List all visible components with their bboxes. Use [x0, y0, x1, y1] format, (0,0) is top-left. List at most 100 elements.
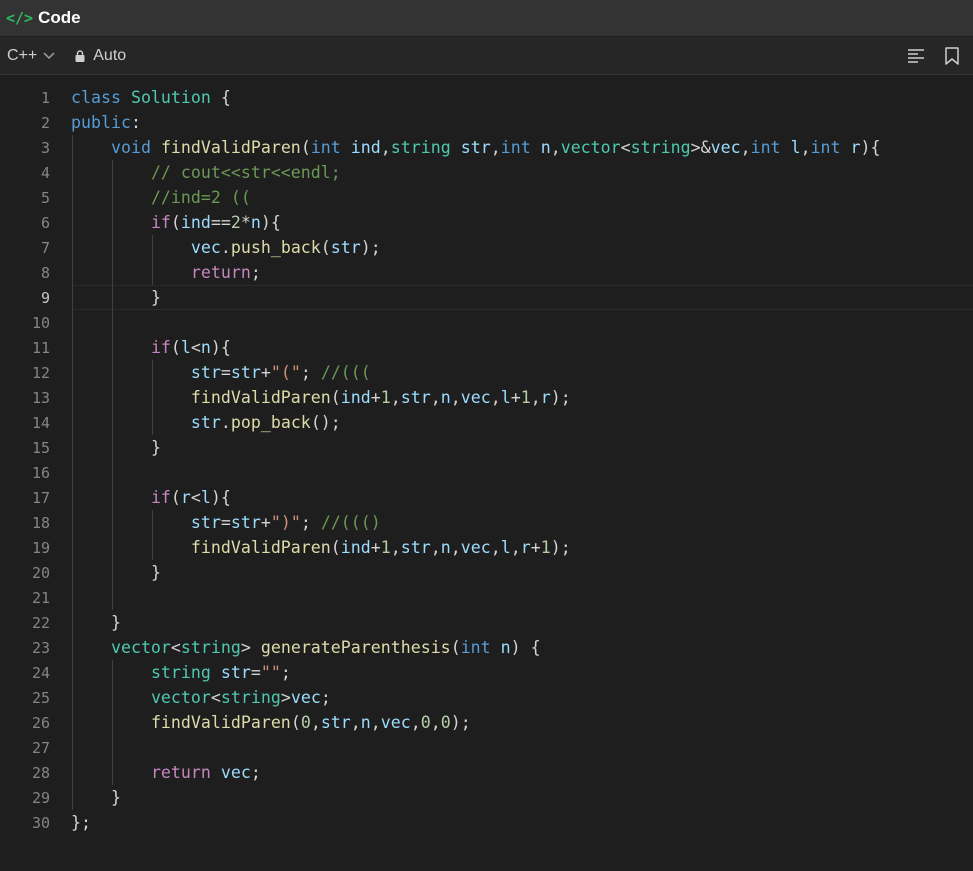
- code-token: l: [500, 538, 511, 557]
- code-text: findValidParen(0,str,n,vec,0,0);: [71, 713, 471, 732]
- code-token: vec: [190, 238, 221, 257]
- code-token: 1: [380, 538, 391, 557]
- code-token: vec: [380, 713, 411, 732]
- code-token: <: [190, 338, 201, 357]
- code-text: }: [71, 613, 121, 632]
- code-text: str=str+")"; //(((): [71, 513, 381, 532]
- code-editor[interactable]: 1 class Solution {2 public: 3 void findVali…: [0, 75, 973, 835]
- code-line[interactable]: 25 vector<string>vec;: [0, 685, 973, 710]
- auto-mode-indicator[interactable]: Auto: [75, 47, 126, 65]
- code-token: //(((): [320, 513, 381, 532]
- code-token: :: [130, 113, 141, 132]
- code-token: "(": [270, 363, 301, 382]
- line-number: 20: [31, 563, 50, 582]
- code-line[interactable]: 26 findValidParen(0,str,n,vec,0,0);: [0, 710, 973, 735]
- code-token: +: [510, 388, 521, 407]
- code-token: 1: [380, 388, 391, 407]
- code-brackets-icon: </>: [6, 9, 34, 27]
- code-text: return vec;: [71, 763, 261, 782]
- code-token: ,: [350, 713, 361, 732]
- line-number: 17: [31, 488, 50, 507]
- code-token: if: [150, 338, 171, 357]
- code-token: l: [790, 138, 801, 157]
- code-line[interactable]: 3 void findValidParen(int ind,string str…: [0, 135, 973, 160]
- code-panel-header: </> Code: [0, 0, 973, 36]
- line-number: 22: [31, 613, 50, 632]
- code-token: (: [290, 713, 301, 732]
- code-line[interactable]: 2 public:: [0, 110, 973, 135]
- code-token: +: [260, 363, 271, 382]
- code-line[interactable]: 20 }: [0, 560, 973, 585]
- code-text: public:: [71, 113, 141, 132]
- line-number: 5: [40, 188, 50, 207]
- code-token: ,: [800, 138, 811, 157]
- code-line[interactable]: 16: [0, 460, 973, 485]
- chevron-down-icon: [43, 49, 55, 63]
- code-line[interactable]: 6 if(ind==2*n){: [0, 210, 973, 235]
- code-text: str=str+"("; //(((: [71, 363, 371, 382]
- code-token: str: [190, 513, 221, 532]
- indent-guide: [72, 460, 73, 485]
- code-line[interactable]: 8 return;: [0, 260, 973, 285]
- code-line[interactable]: 4 // cout<<str<<endl;: [0, 160, 973, 185]
- code-line[interactable]: 15 }: [0, 435, 973, 460]
- code-token: .: [220, 413, 231, 432]
- code-line[interactable]: 5 //ind=2 ((: [0, 185, 973, 210]
- code-line[interactable]: 12 str=str+"("; //(((: [0, 360, 973, 385]
- code-token: ,: [430, 713, 441, 732]
- code-token: ,: [740, 138, 751, 157]
- line-number: 15: [31, 438, 50, 457]
- code-token: return: [150, 763, 211, 782]
- code-line[interactable]: 23 vector<string> generateParenthesis(in…: [0, 635, 973, 660]
- code-token: string: [150, 663, 211, 682]
- code-line[interactable]: 14 str.pop_back();: [0, 410, 973, 435]
- code-token: ,: [490, 138, 501, 157]
- code-token: ,: [390, 388, 401, 407]
- code-line[interactable]: 19 findValidParen(ind+1,str,n,vec,l,r+1)…: [0, 535, 973, 560]
- code-token: ind: [340, 388, 371, 407]
- code-line[interactable]: 24 string str="";: [0, 660, 973, 685]
- code-token: (: [330, 388, 341, 407]
- code-line[interactable]: 28 return vec;: [0, 760, 973, 785]
- code-line[interactable]: 10: [0, 310, 973, 335]
- code-line[interactable]: 11 if(l<n){: [0, 335, 973, 360]
- code-line[interactable]: 1 class Solution {: [0, 85, 973, 110]
- code-line[interactable]: 17 if(r<l){: [0, 485, 973, 510]
- code-token: =: [220, 513, 231, 532]
- code-token: +: [370, 538, 381, 557]
- code-token: string: [180, 638, 241, 657]
- code-line[interactable]: 21: [0, 585, 973, 610]
- code-line[interactable]: 22 }: [0, 610, 973, 635]
- code-line[interactable]: 9 }: [0, 285, 973, 310]
- code-token: ")": [270, 513, 301, 532]
- code-token: "": [260, 663, 281, 682]
- format-lines-icon[interactable]: [905, 45, 927, 67]
- code-token: ,: [450, 538, 461, 557]
- code-token: n: [200, 338, 211, 357]
- language-selector[interactable]: C++: [7, 47, 55, 65]
- code-line[interactable]: 30};: [0, 810, 973, 835]
- code-token: ind: [340, 538, 371, 557]
- code-line[interactable]: 7 vec.push_back(str);: [0, 235, 973, 260]
- code-token: vec: [220, 763, 251, 782]
- code-line[interactable]: 29 }: [0, 785, 973, 810]
- line-number: 27: [31, 738, 50, 757]
- code-token: int: [810, 138, 841, 157]
- code-token: ind: [350, 138, 381, 157]
- code-token: (: [170, 338, 181, 357]
- code-line[interactable]: 13 findValidParen(ind+1,str,n,vec,l+1,r)…: [0, 385, 973, 410]
- code-line[interactable]: 27: [0, 735, 973, 760]
- code-text: // cout<<str<<endl;: [71, 163, 341, 182]
- code-token: ,: [310, 713, 321, 732]
- code-token: {: [210, 88, 231, 107]
- line-number: 26: [31, 713, 50, 732]
- line-number: 3: [40, 138, 50, 157]
- bookmark-icon[interactable]: [941, 45, 963, 67]
- code-token: 1: [520, 388, 531, 407]
- code-line[interactable]: 18 str=str+")"; //(((): [0, 510, 973, 535]
- code-token: int: [460, 638, 491, 657]
- code-token: l: [180, 338, 191, 357]
- code-token: int: [500, 138, 531, 157]
